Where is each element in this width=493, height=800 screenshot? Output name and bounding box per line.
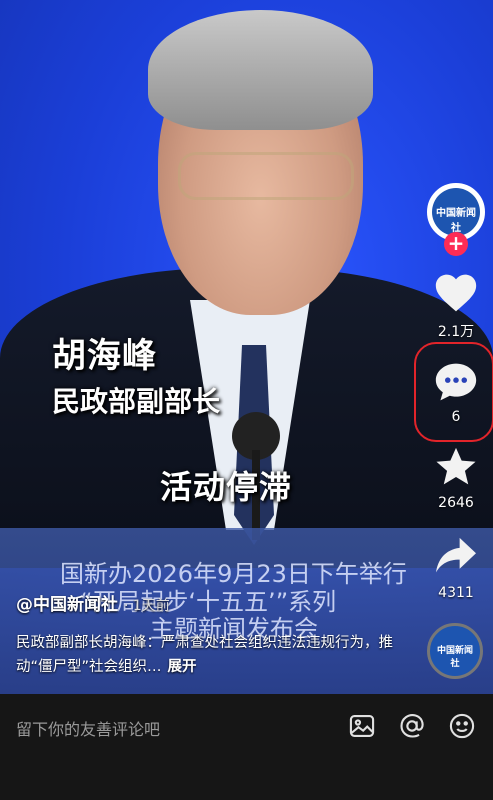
emoji-button[interactable] <box>448 712 478 742</box>
smiley-icon <box>449 713 475 739</box>
heart-icon <box>435 274 477 312</box>
image-picker-button[interactable] <box>348 712 378 742</box>
overlay-caption: 活动停滞 <box>160 468 293 506</box>
favorite-count: 2646 <box>438 495 474 511</box>
comment-bar: 留下你的友善评论吧 <box>0 694 493 800</box>
share-arrow-icon <box>436 537 476 573</box>
favorite-button[interactable] <box>428 446 484 492</box>
comment-count: 6 <box>451 409 461 425</box>
at-sign-icon <box>400 714 424 738</box>
overlay-title: 民政部副部长 <box>52 385 221 418</box>
comment-icon <box>435 363 477 401</box>
disc-text: 中国新闻社 <box>436 646 473 669</box>
post-time: · 1天前 <box>124 598 170 614</box>
avatar-text: 中国新闻社 <box>436 208 476 234</box>
like-button[interactable] <box>428 272 484 322</box>
share-count: 4311 <box>438 585 474 601</box>
post-description: 民政部副部长胡海峰：严肃查处社会组织违法违规行为，推动“僵尸型”社会组织… 展开 <box>16 631 416 679</box>
mention-button[interactable] <box>398 712 428 742</box>
author-handle[interactable]: @中国新闻社 <box>16 595 118 615</box>
speaker-hair <box>148 10 373 130</box>
speaker-glasses <box>178 152 354 200</box>
video-feed-screen: 胡海峰 民政部副部长 活动停滞 国新办2026年9月23日下午举行 “开局起步‘… <box>0 0 493 800</box>
expand-button[interactable]: 展开 <box>168 659 197 675</box>
music-disc-avatar[interactable]: 中国新闻社 <box>427 623 483 679</box>
follow-button[interactable]: + <box>444 232 468 256</box>
comment-button[interactable] <box>428 361 484 405</box>
description-text: 民政部副部长胡海峰：严肃查处社会组织违法违规行为，推动“僵尸型”社会组织… <box>16 635 393 675</box>
like-count: 2.1万 <box>437 324 475 340</box>
star-icon <box>436 447 476 485</box>
comment-input[interactable]: 留下你的友善评论吧 <box>16 716 160 740</box>
author-name[interactable]: @中国新闻社 · 1天前 <box>16 590 170 615</box>
overlay-name: 胡海峰 <box>52 336 157 376</box>
image-icon <box>349 715 375 737</box>
share-button[interactable] <box>428 536 484 580</box>
